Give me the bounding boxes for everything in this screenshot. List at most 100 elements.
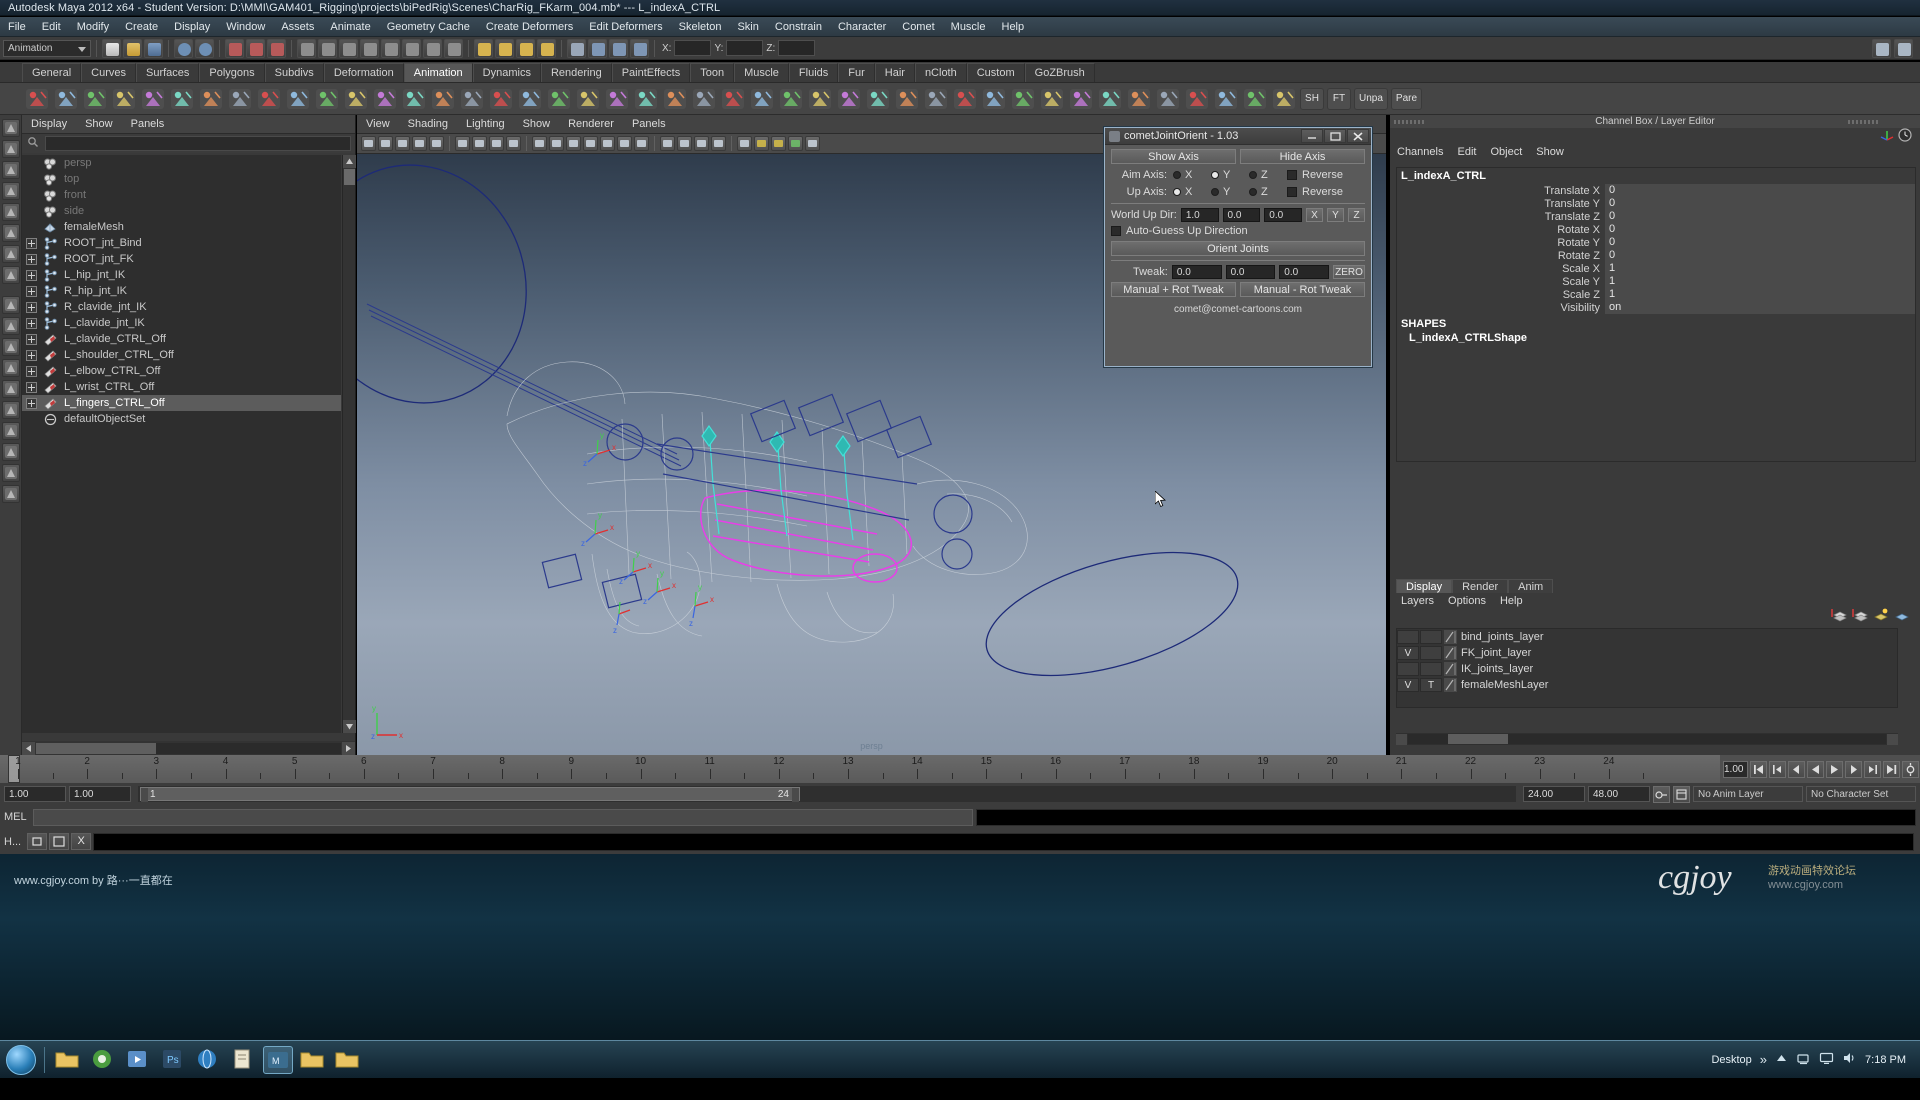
expand-toggle-icon[interactable]	[26, 317, 37, 329]
mask-misc-icon[interactable]	[444, 38, 463, 58]
layer-color-swatch[interactable]	[1444, 646, 1457, 660]
dialog-title-bar[interactable]: cometJointOrient - 1.03	[1105, 128, 1371, 145]
attribute-name[interactable]: Scale Z	[1397, 289, 1605, 301]
grid-toggle-icon[interactable]	[455, 136, 470, 151]
menu-item-comet[interactable]: Comet	[894, 17, 942, 37]
layer-color-swatch[interactable]	[1444, 662, 1457, 676]
up-axis-y-radio[interactable]	[1211, 187, 1219, 196]
close-button[interactable]	[1347, 129, 1369, 143]
layout-single-icon[interactable]	[1, 317, 20, 335]
shelf-button-29[interactable]	[865, 86, 891, 112]
shelf-button-ft[interactable]: FT	[1327, 87, 1351, 110]
shelf-button-21[interactable]	[633, 86, 659, 112]
layer-visibility-toggle[interactable]	[1397, 662, 1419, 676]
shelf-button-16[interactable]	[488, 86, 514, 112]
maximize-window-button[interactable]	[49, 833, 70, 850]
shelf-tab-rendering[interactable]: Rendering	[540, 63, 612, 82]
xray-joints-icon[interactable]	[677, 136, 692, 151]
tweak-y-input[interactable]: 0.0	[1225, 265, 1276, 279]
layer-menu-options[interactable]: Options	[1441, 595, 1493, 607]
world-up-y-button[interactable]: Y	[1327, 208, 1345, 222]
render-region-icon[interactable]	[737, 136, 752, 151]
expand-toggle-icon[interactable]	[26, 237, 37, 249]
shape-node-name[interactable]: L_indexA_CTRLShape	[1397, 332, 1915, 344]
bookmark-icon[interactable]	[395, 136, 410, 151]
shelf-button-9[interactable]	[285, 86, 311, 112]
outliner-item[interactable]: R_hip_jnt_IK	[22, 283, 341, 299]
new-layer-icon[interactable]	[1831, 608, 1847, 625]
show-attribute-editor-icon[interactable]	[1872, 38, 1891, 58]
shelf-tab-fluids[interactable]: Fluids	[788, 63, 839, 82]
shelf-button-15[interactable]	[459, 86, 485, 112]
menu-item-create[interactable]: Create	[117, 17, 166, 37]
channel-attribute-row[interactable]: Rotate X0	[1397, 223, 1915, 236]
aim-reverse-checkbox[interactable]	[1287, 169, 1297, 180]
restore-window-button[interactable]	[27, 833, 48, 850]
start-button[interactable]	[6, 1044, 36, 1075]
shelf-button-27[interactable]	[807, 86, 833, 112]
shelf-button-11[interactable]	[343, 86, 369, 112]
drag-handle[interactable]	[1848, 120, 1878, 124]
scroll-left-arrow[interactable]	[22, 741, 35, 755]
maya-taskbar-icon[interactable]: M	[263, 1045, 293, 1074]
scale-tool-icon[interactable]	[1, 224, 20, 242]
resolution-gate-icon[interactable]	[489, 136, 504, 151]
step-forward-key-button[interactable]	[1864, 760, 1882, 778]
hud-toggle-icon[interactable]	[805, 136, 820, 151]
layer-name[interactable]: FK_joint_layer	[1461, 647, 1531, 659]
layer-editor-tab-display[interactable]: Display	[1396, 579, 1453, 593]
attribute-name[interactable]: Rotate X	[1397, 224, 1605, 236]
up-axis-z-radio[interactable]	[1249, 187, 1257, 196]
comet-joint-orient-dialog[interactable]: cometJointOrient - 1.03 Show Axis Hide A…	[1104, 127, 1372, 367]
up-axis-row[interactable]: Up Axis: X Y Z Reverse	[1111, 184, 1365, 199]
xray-icon[interactable]	[660, 136, 675, 151]
manual-tweak-row[interactable]: Manual + Rot Tweak Manual - Rot Tweak	[1111, 282, 1365, 297]
channel-box-table[interactable]: L_indexA_CTRL Translate X 0 Translate Y 0 Tr…	[1396, 167, 1916, 462]
aim-axis-row[interactable]: Aim Axis: X Y Z Reverse	[1111, 167, 1365, 182]
network-icon[interactable]	[1796, 1051, 1811, 1068]
expand-toggle-icon[interactable]	[26, 253, 37, 265]
layout-render-view-icon[interactable]	[1, 464, 20, 482]
layout-graph-editor-icon[interactable]	[1, 443, 20, 461]
universal-manipulator-icon[interactable]	[1, 245, 20, 263]
outliner-item[interactable]: persp	[22, 155, 341, 171]
layout-two-pane-icon[interactable]	[1, 338, 20, 356]
windows-taskbar[interactable]: Ps M Desktop » 7:18 PM	[0, 1040, 1920, 1078]
clock[interactable]: 7:18 PM	[1865, 1054, 1906, 1066]
ipr-render-icon[interactable]	[711, 136, 726, 151]
layer-options-icon[interactable]	[1894, 608, 1910, 625]
attribute-value[interactable]: 1	[1605, 275, 1915, 288]
mask-dynamics-icon[interactable]	[402, 38, 421, 58]
menu-item-edit-deformers[interactable]: Edit Deformers	[581, 17, 670, 37]
attribute-name[interactable]: Translate Z	[1397, 211, 1605, 223]
expand-toggle-icon[interactable]	[26, 333, 37, 345]
attribute-value[interactable]: on	[1605, 301, 1915, 314]
menu-item-geometry-cache[interactable]: Geometry Cache	[379, 17, 478, 37]
mask-joints-icon[interactable]	[318, 38, 337, 58]
drag-handle[interactable]	[1394, 120, 1424, 124]
outliner-menu-display[interactable]: Display	[22, 115, 76, 134]
color-management-icon[interactable]	[788, 136, 803, 151]
monitor-icon[interactable]	[1819, 1051, 1834, 1068]
texture-toggle-icon[interactable]	[600, 136, 615, 151]
expand-toggle-icon[interactable]	[26, 365, 37, 377]
layer-row[interactable]: IK_joints_layer	[1397, 661, 1897, 677]
command-line[interactable]: MEL	[0, 805, 1920, 829]
attribute-name[interactable]: Scale X	[1397, 263, 1605, 275]
system-tray[interactable]: Desktop » 7:18 PM	[1711, 1051, 1914, 1068]
shelf-button-25[interactable]	[749, 86, 775, 112]
menu-item-file[interactable]: File	[0, 17, 34, 37]
shelf-tab-animation[interactable]: Animation	[403, 63, 473, 82]
channel-box-menu-object[interactable]: Object	[1483, 146, 1529, 158]
playback-controls[interactable]: 1.00	[1720, 755, 1920, 783]
attribute-value[interactable]: 1	[1605, 262, 1915, 275]
firefox-taskbar-icon[interactable]	[88, 1046, 118, 1074]
shelf-button-30[interactable]	[894, 86, 920, 112]
layer-editor-tab-render[interactable]: Render	[1452, 579, 1509, 593]
layer-row[interactable]: bind_joints_layer	[1397, 629, 1897, 645]
attribute-name[interactable]: Visibility	[1397, 302, 1605, 314]
expand-toggle-icon[interactable]	[26, 381, 37, 393]
viewport-menu-renderer[interactable]: Renderer	[559, 115, 623, 134]
outliner-vertical-scrollbar[interactable]	[342, 155, 356, 733]
world-up-y-input[interactable]: 0.0	[1222, 208, 1261, 222]
